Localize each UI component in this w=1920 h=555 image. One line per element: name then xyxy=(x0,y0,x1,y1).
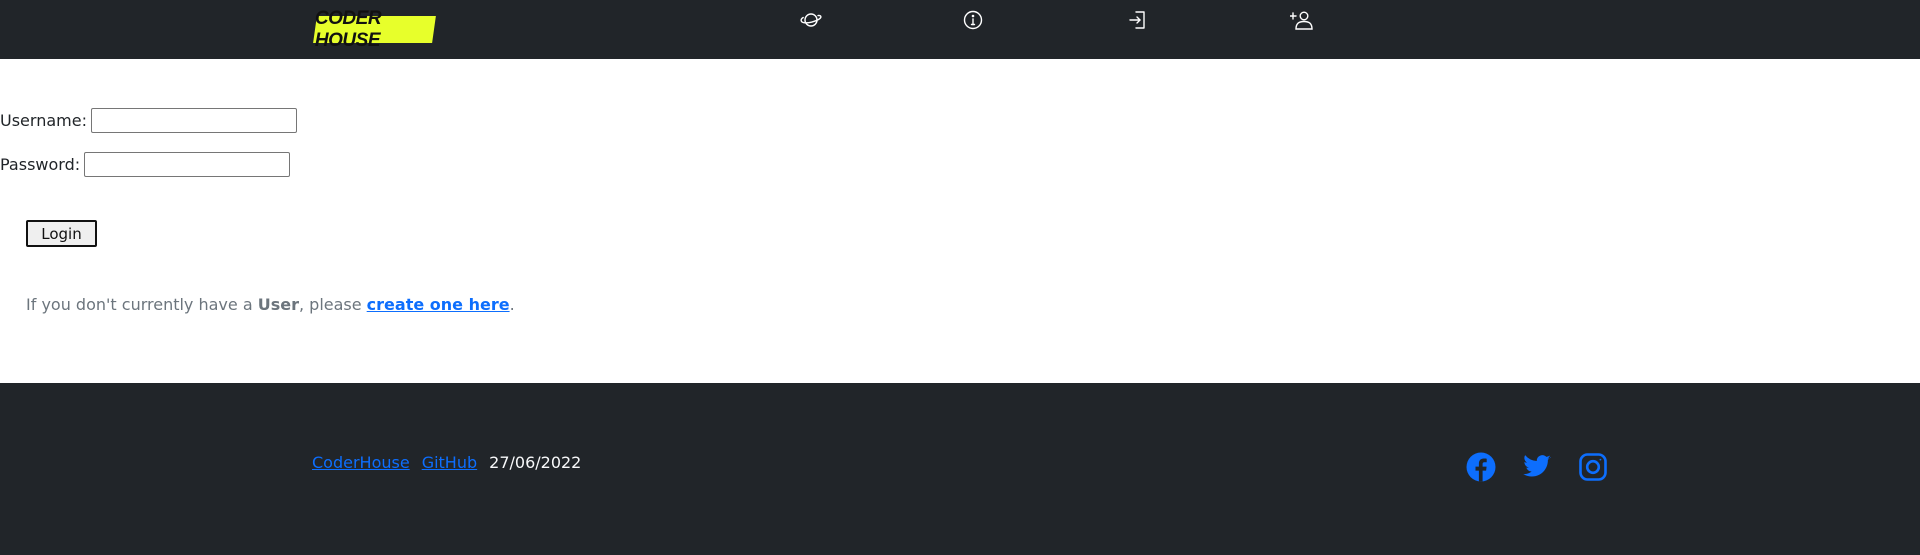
twitter-icon[interactable] xyxy=(1522,452,1552,482)
instagram-icon[interactable] xyxy=(1578,452,1608,482)
login-icon[interactable] xyxy=(1124,6,1152,34)
top-navbar: CODER HOUSE xyxy=(0,0,1920,59)
coder-house-logo[interactable]: CODER HOUSE xyxy=(313,8,436,51)
username-label: Username: xyxy=(0,111,87,130)
footer-links: CoderHouse GitHub 27/06/2022 xyxy=(312,453,581,472)
footer-date: 27/06/2022 xyxy=(489,453,582,472)
signup-prefix: If you don't currently have a xyxy=(26,295,258,314)
username-input[interactable] xyxy=(90,108,297,133)
add-user-icon[interactable] xyxy=(1288,6,1316,34)
login-button[interactable]: Login xyxy=(26,220,97,247)
password-input[interactable] xyxy=(84,152,291,177)
password-label: Password: xyxy=(0,155,81,174)
password-row: Password: xyxy=(0,152,291,177)
planet-icon[interactable] xyxy=(797,6,825,34)
signup-bold-word: User xyxy=(257,295,299,314)
facebook-icon[interactable] xyxy=(1466,452,1496,482)
info-circle-icon[interactable] xyxy=(959,6,987,34)
github-link[interactable]: GitHub xyxy=(422,453,477,472)
signup-middle: , please xyxy=(298,295,367,314)
username-row: Username: xyxy=(0,108,297,133)
page-footer: CoderHouse GitHub 27/06/2022 xyxy=(0,383,1920,555)
signup-suffix: . xyxy=(509,295,515,314)
create-account-link[interactable]: create one here xyxy=(367,295,510,314)
logo-text: CODER HOUSE xyxy=(315,7,382,51)
signup-prompt: If you don't currently have a User, plea… xyxy=(26,295,515,314)
coderhouse-link[interactable]: CoderHouse xyxy=(312,453,410,472)
